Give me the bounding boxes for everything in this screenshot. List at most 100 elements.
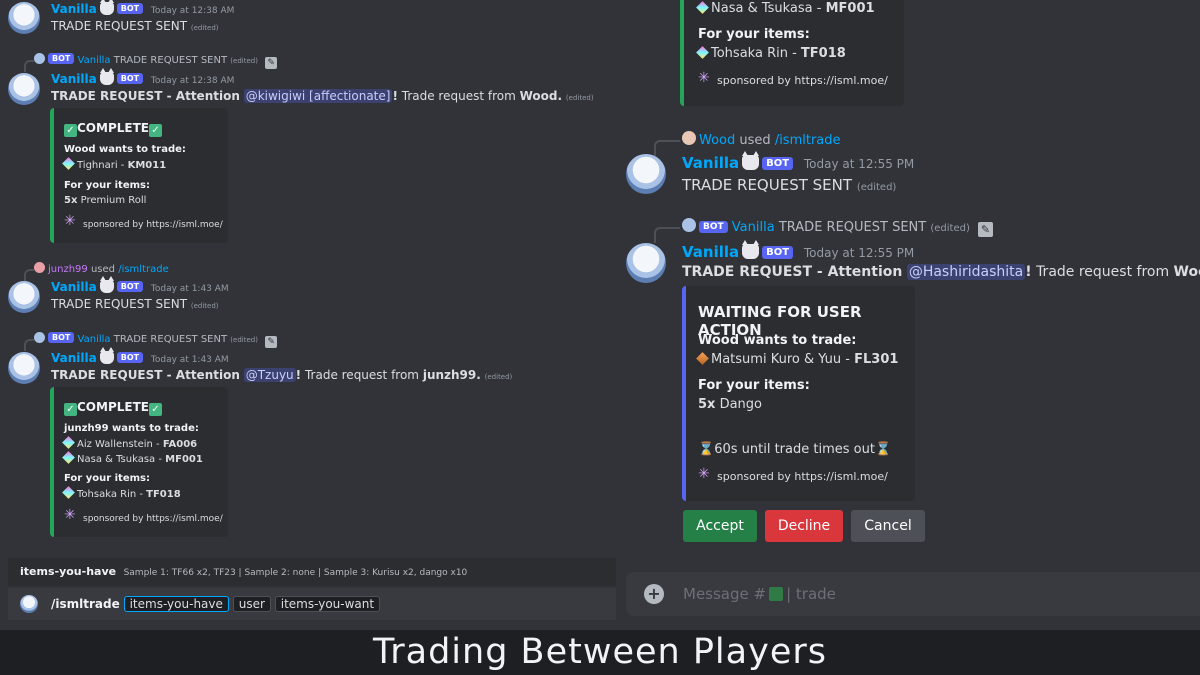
command-option-hint: items-you-have Sample 1: TF66 x2, TF23 |…	[8, 558, 616, 586]
pencil-icon: ✎	[265, 57, 278, 69]
gem-icon	[696, 1, 709, 14]
author-name[interactable]: Vanilla	[51, 351, 97, 365]
bot-badge: BOT	[116, 352, 144, 363]
timestamp: Today at 1:43 AM	[150, 355, 229, 365]
sponsored-line: sponsored by https://isml.moe/	[64, 213, 223, 230]
cat-emoji-icon	[742, 240, 760, 259]
their-item: Nasa & Tsukasa - MF001	[62, 451, 203, 465]
wood-item: Tighnari - KM011	[62, 157, 166, 171]
cat-emoji-icon	[99, 68, 114, 85]
gem-icon	[62, 436, 75, 449]
left-chat-pane: Vanilla BOT Today at 12:38 AM TRADE REQUE…	[0, 0, 616, 630]
your-item: 5x Premium Roll	[64, 195, 147, 206]
pencil-icon: ✎	[978, 222, 994, 237]
check-icon: ✓	[64, 403, 77, 416]
for-items-label: For your items:	[698, 27, 810, 42]
command-name[interactable]: /ismltrade	[775, 133, 841, 148]
bot-badge: BOT	[762, 246, 794, 259]
user-mention[interactable]: @kiwigiwi [affectionate]	[243, 89, 393, 103]
cancel-button[interactable]: Cancel	[851, 510, 925, 542]
command-name: /ismltrade	[51, 597, 120, 611]
user-mention[interactable]: @Hashiridashita	[906, 264, 1026, 280]
author-name[interactable]: Vanilla	[51, 72, 97, 86]
command-usage-header[interactable]: Wood used /ismltrade	[654, 131, 841, 156]
their-item: Aiz Wallenstein - FA006	[62, 436, 197, 450]
option-user[interactable]: user	[232, 596, 271, 612]
bot-badge: BOT	[699, 221, 728, 233]
trade-embed: WAITING FOR USER ACTION Wood wants to tr…	[682, 286, 915, 501]
author-name[interactable]: Vanilla	[682, 154, 739, 172]
for-items-label: For your items:	[64, 180, 150, 191]
reply-header[interactable]: BOT Vanilla TRADE REQUEST SENT (edited) …	[24, 332, 278, 351]
option-items-you-want[interactable]: items-you-want	[274, 596, 381, 612]
reply-text: TRADE REQUEST SENT	[113, 55, 228, 66]
author-name[interactable]: Vanilla	[51, 2, 97, 16]
reply-author: Vanilla	[77, 55, 111, 66]
sparkle-icon	[698, 466, 711, 482]
avatar-mini	[34, 53, 45, 64]
your-item: Tohsaka Rin - TF018	[696, 46, 846, 61]
sparkle-icon	[64, 213, 77, 229]
command-input-bar[interactable]: /ismltrade items-you-have user items-you…	[8, 588, 616, 620]
decline-button[interactable]: Decline	[765, 510, 843, 542]
attention-text: TRADE REQUEST - Attention	[51, 89, 240, 103]
timestamp: Today at 12:38 AM	[150, 6, 235, 16]
trade-from-label: Trade request from	[1036, 264, 1170, 280]
avatar[interactable]	[626, 154, 666, 194]
hint-text: Sample 1: TF66 x2, TF23 | Sample 2: none…	[123, 568, 468, 578]
trade-from-label: Trade request from	[304, 368, 419, 382]
for-items-label: For your items:	[698, 378, 810, 393]
gem-icon	[696, 46, 709, 59]
command-usage-header[interactable]: junzh99 used /ismltrade	[24, 262, 169, 281]
command-user: Wood	[699, 133, 736, 148]
check-icon: ✓	[148, 403, 162, 416]
cat-emoji-icon	[99, 276, 114, 293]
author-name[interactable]: Vanilla	[682, 243, 739, 261]
check-icon: ✓	[64, 124, 77, 137]
user-mention[interactable]: @Tzuyu	[243, 368, 296, 382]
author-name[interactable]: Vanilla	[51, 280, 97, 294]
edited-label: (edited)	[230, 57, 258, 65]
avatar-mini	[682, 218, 696, 232]
edited-label: (edited)	[856, 182, 897, 193]
trade-embed: ✓ COMPLETE ✓ junzh99 wants to trade: Aiz W…	[50, 387, 228, 537]
for-items-label: For your items:	[64, 473, 150, 484]
accept-button[interactable]: Accept	[683, 510, 757, 542]
bot-badge: BOT	[762, 157, 794, 170]
avatar[interactable]	[8, 352, 40, 384]
embed-status: ✓ COMPLETE ✓	[64, 400, 162, 416]
edited-label: (edited)	[930, 223, 970, 234]
reply-header[interactable]: BOT Vanilla TRADE REQUEST SENT (edited) …	[24, 53, 278, 72]
reply-author: Vanilla	[731, 220, 775, 235]
bot-badge: BOT	[116, 281, 144, 292]
avatar[interactable]	[8, 281, 40, 313]
command-name[interactable]: /ismltrade	[118, 264, 169, 275]
timestamp: Today at 12:55 PM	[803, 246, 915, 260]
wants-label: junzh99 wants to trade:	[64, 423, 199, 434]
cat-emoji-icon	[742, 151, 760, 170]
your-item: Tohsaka Rin - TF018	[62, 486, 181, 500]
add-attachment-icon[interactable]: +	[644, 584, 664, 604]
bot-badge: BOT	[116, 73, 144, 84]
hourglass-icon: ⌛	[698, 442, 715, 457]
avatar[interactable]	[8, 73, 40, 105]
hint-option-name: items-you-have	[20, 565, 117, 578]
avatar[interactable]	[8, 2, 40, 34]
attention-text: TRADE REQUEST - Attention	[682, 264, 903, 280]
embed-status: ✓ COMPLETE ✓	[64, 121, 162, 137]
sparkle-icon	[698, 70, 711, 86]
reply-header[interactable]: BOT Vanilla TRADE REQUEST SENT (edited) …	[654, 218, 994, 243]
avatar-mini	[682, 131, 696, 145]
wood-item: Matsumi Kuro & Yuu - FL301	[696, 352, 898, 367]
option-items-you-have[interactable]: items-you-have	[123, 596, 229, 612]
message-composer[interactable]: + Message # | trade	[626, 572, 1200, 616]
pencil-icon: ✎	[265, 336, 278, 348]
gem-icon	[62, 157, 75, 170]
avatar[interactable]	[626, 243, 666, 283]
message-text: TRADE REQUEST SENT	[682, 176, 853, 194]
gem-icon	[696, 352, 709, 365]
from-user: junzh99.	[422, 368, 481, 382]
message-text: TRADE REQUEST SENT	[51, 297, 188, 311]
timestamp: Today at 1:43 AM	[150, 284, 229, 294]
wants-label: Wood wants to trade:	[64, 144, 186, 155]
